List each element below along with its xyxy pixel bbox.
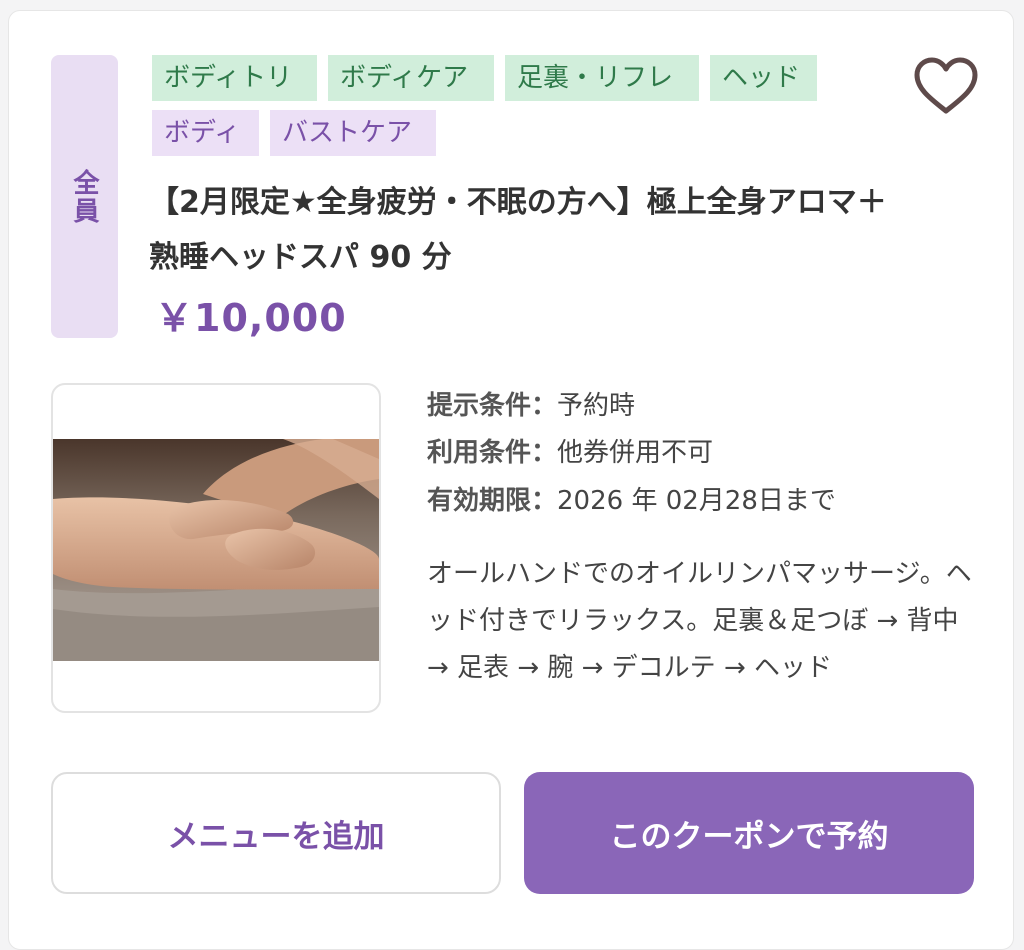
reserve-with-coupon-button[interactable]: このクーポンで予約 (524, 772, 974, 894)
condition-usage: 利用条件：他券併用不可 (427, 432, 713, 469)
massage-photo (53, 439, 379, 661)
tag-label: 足裏・リフレ (517, 63, 674, 93)
condition-value: 予約時 (557, 391, 636, 421)
condition-label: 利用条件： (427, 438, 558, 468)
tag-label: ヘッド (722, 63, 801, 93)
condition-value: 他券併用不可 (557, 438, 714, 468)
coupon-card: 全員 ボディトリ ボディケア 足裏・リフレ ヘッド ボディ バストケア 【2月限… (8, 10, 1014, 950)
coupon-title: 【2月限定★全身疲労・不眠の方へ】極上全身アロマ＋熟睡ヘッドスパ 90 分 (149, 185, 887, 275)
coupon-description: オールハンドでのオイルリンパマッサージ。ヘッド付きでリラックス。足裏＆足つぼ →… (427, 559, 972, 683)
tag-foot-reflexology: 足裏・リフレ (505, 55, 699, 101)
tag-label: バストケア (282, 118, 413, 148)
add-menu-button[interactable]: メニューを追加 (51, 772, 501, 894)
tag-body-treatment: ボディトリ (152, 55, 317, 101)
condition-value: 2026 年 02月28日まで (557, 486, 836, 516)
reserve-label: このクーポンで予約 (609, 818, 889, 855)
tag-label: ボディ (164, 118, 241, 148)
tag-bust-care: バストケア (270, 110, 436, 156)
tag-body-care: ボディケア (328, 55, 494, 101)
coupon-price: ￥10,000 (155, 296, 347, 340)
tag-head: ヘッド (710, 55, 817, 101)
heart-outline-icon[interactable] (913, 56, 979, 116)
condition-presentation: 提示条件：予約時 (427, 385, 635, 422)
tag-label: ボディトリ (164, 63, 293, 93)
condition-label: 有効期限： (427, 486, 558, 516)
target-badge: 全員 (51, 55, 118, 338)
target-badge-label: 全員 (69, 168, 99, 225)
tag-label: ボディケア (340, 63, 469, 93)
coupon-image (51, 383, 381, 713)
add-menu-label: メニューを追加 (167, 818, 385, 855)
tag-body: ボディ (152, 110, 259, 156)
condition-expiry: 有効期限：2026 年 02月28日まで (427, 480, 836, 517)
condition-label: 提示条件： (427, 391, 558, 421)
